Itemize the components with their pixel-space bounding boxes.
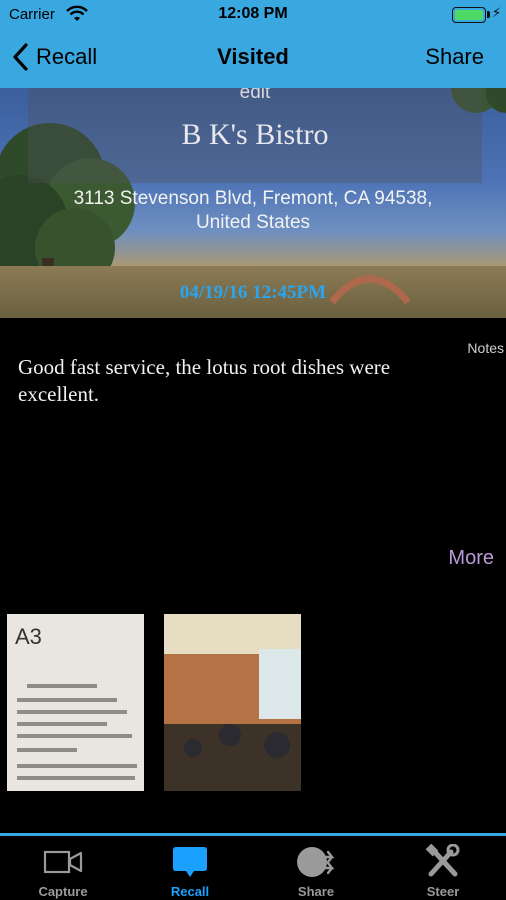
status-bar: Carrier 12:08 PM ⚡ — [0, 0, 506, 30]
window — [259, 649, 301, 719]
person — [219, 724, 241, 746]
visit-datetime: 04/19/16 12:45PM — [179, 282, 327, 303]
clock: 12:08 PM — [218, 5, 288, 22]
edit-link[interactable]: edit — [28, 88, 482, 104]
tab-label: Capture — [38, 884, 88, 899]
receipt-line — [17, 748, 77, 752]
receipt-line — [27, 684, 97, 688]
battery-nub — [487, 11, 490, 18]
tab-recall[interactable]: Recall — [127, 836, 253, 900]
more-link[interactable]: More — [448, 547, 494, 570]
receipt-label: A3 — [15, 624, 42, 649]
receipt-line — [17, 710, 127, 714]
tab-share[interactable]: Share — [253, 836, 379, 900]
receipt-line — [17, 698, 117, 702]
place-name: B K's Bistro — [181, 118, 329, 151]
receipt-line — [17, 734, 132, 738]
tab-capture[interactable]: Capture — [0, 836, 126, 900]
place-address: 3113 Stevenson Blvd, Fremont, CA 94538, … — [73, 188, 433, 233]
ceiling — [164, 614, 301, 654]
person — [184, 739, 202, 757]
place-name-box: edit B K's Bistro — [28, 88, 482, 183]
battery-icon — [452, 7, 486, 23]
restaurant-photo-thumbnail[interactable] — [164, 614, 301, 791]
tab-label: Share — [297, 884, 335, 899]
tools-icon — [425, 844, 460, 877]
video-camera-icon — [43, 850, 83, 874]
notes-text: Good fast service, the lotus root dishes… — [18, 355, 391, 406]
notes-label: Notes — [467, 340, 504, 356]
top-bar: Carrier 12:08 PM ⚡ Recall Visited Share — [0, 0, 506, 88]
navigation-bar: Recall Visited Share — [0, 30, 506, 88]
tab-bar: Capture Recall Share Steer — [0, 833, 506, 900]
tab-label: Recall — [170, 884, 210, 899]
receipt-line — [17, 764, 137, 768]
speech-bubble-icon — [173, 847, 207, 877]
tab-label: Steer — [426, 884, 460, 899]
receipt-line — [17, 776, 135, 780]
charging-bolt-icon: ⚡ — [492, 5, 502, 20]
share-icon — [297, 847, 335, 877]
tab-steer[interactable]: Steer — [380, 836, 506, 900]
share-button[interactable]: Share — [425, 44, 484, 70]
person — [264, 732, 290, 758]
place-photo-header: edit B K's Bistro 3113 Stevenson Blvd, F… — [0, 88, 506, 318]
receipt-photo-thumbnail[interactable]: A3 — [7, 614, 144, 791]
receipt-line — [17, 722, 107, 726]
